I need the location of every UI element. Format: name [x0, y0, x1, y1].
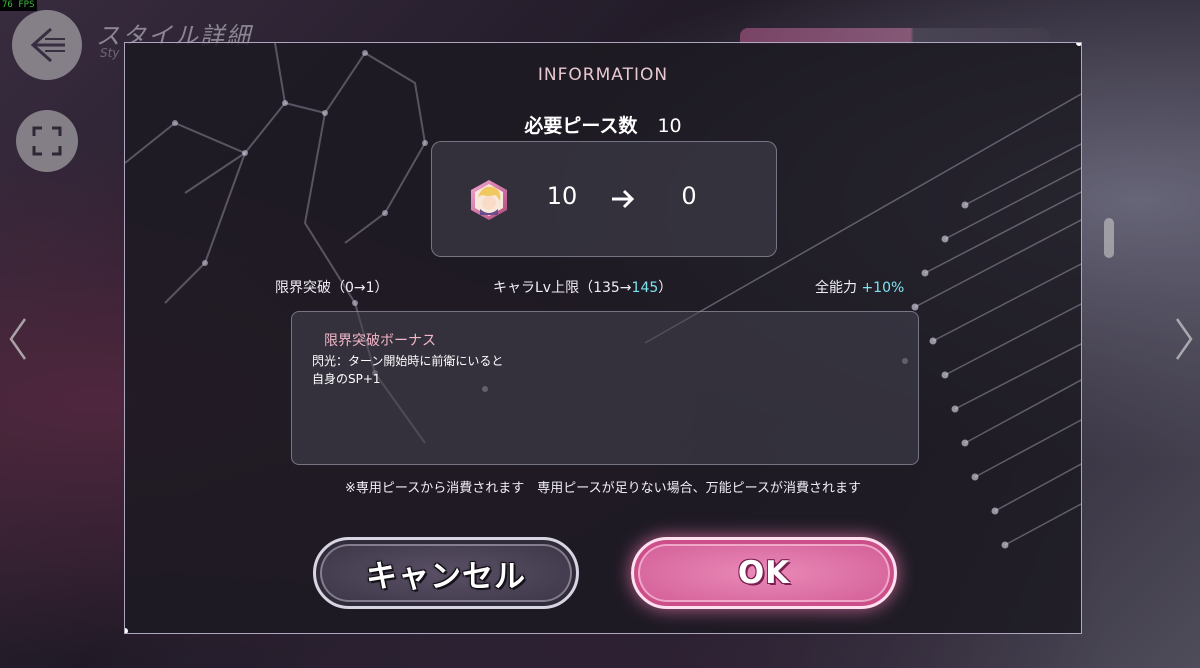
dialog-title: INFORMATION [537, 65, 669, 85]
consumption-note: ※専用ピースから消費されます 専用ピースが足りない場合、万能ピースが消費されます [345, 481, 861, 496]
limit-break-label: 限界突破（0→1） [275, 280, 389, 296]
cancel-button[interactable]: キャンセル [313, 537, 579, 609]
piece-count-current: 10 [546, 182, 578, 210]
required-pieces-label: 必要ピース数 [524, 115, 638, 137]
bonus-title: 限界突破ボーナス [324, 333, 436, 349]
all-stats-bonus: 全能力 +10% [815, 277, 904, 297]
character-piece-icon [471, 180, 507, 220]
limit-break-bonus-panel: 限界突破ボーナス 閃光：ターン開始時に前衛にいると 自身のSP+1 [291, 311, 919, 465]
information-dialog: INFORMATION 必要ピース数 10 10 0 限界突破（0→1） キャラL [124, 42, 1082, 634]
bonus-line: 閃光：ターン開始時に前衛にいると [312, 354, 504, 368]
corner-dot [125, 628, 128, 633]
piece-count-panel: 10 0 [431, 141, 777, 257]
level-cap-suffix: ） [658, 280, 673, 296]
level-cap-stat: キャラLv上限（135→145） [493, 277, 672, 297]
all-stats-label: 全能力 [815, 280, 862, 296]
required-pieces-value: 10 [657, 115, 682, 137]
corner-dot [1076, 43, 1081, 46]
limit-break-stat: 限界突破（0→1） [275, 277, 389, 297]
piece-count-after: 0 [681, 182, 697, 210]
ok-button[interactable]: OK [631, 537, 897, 609]
arrow-right-icon [612, 189, 635, 209]
bonus-line: 自身のSP+1 [312, 372, 381, 386]
required-pieces: 必要ピース数 10 [125, 111, 1081, 138]
level-cap-new-value: 145 [631, 280, 659, 296]
all-stats-value: +10% [861, 280, 905, 296]
level-cap-label: キャラLv上限（135→ [493, 280, 632, 296]
